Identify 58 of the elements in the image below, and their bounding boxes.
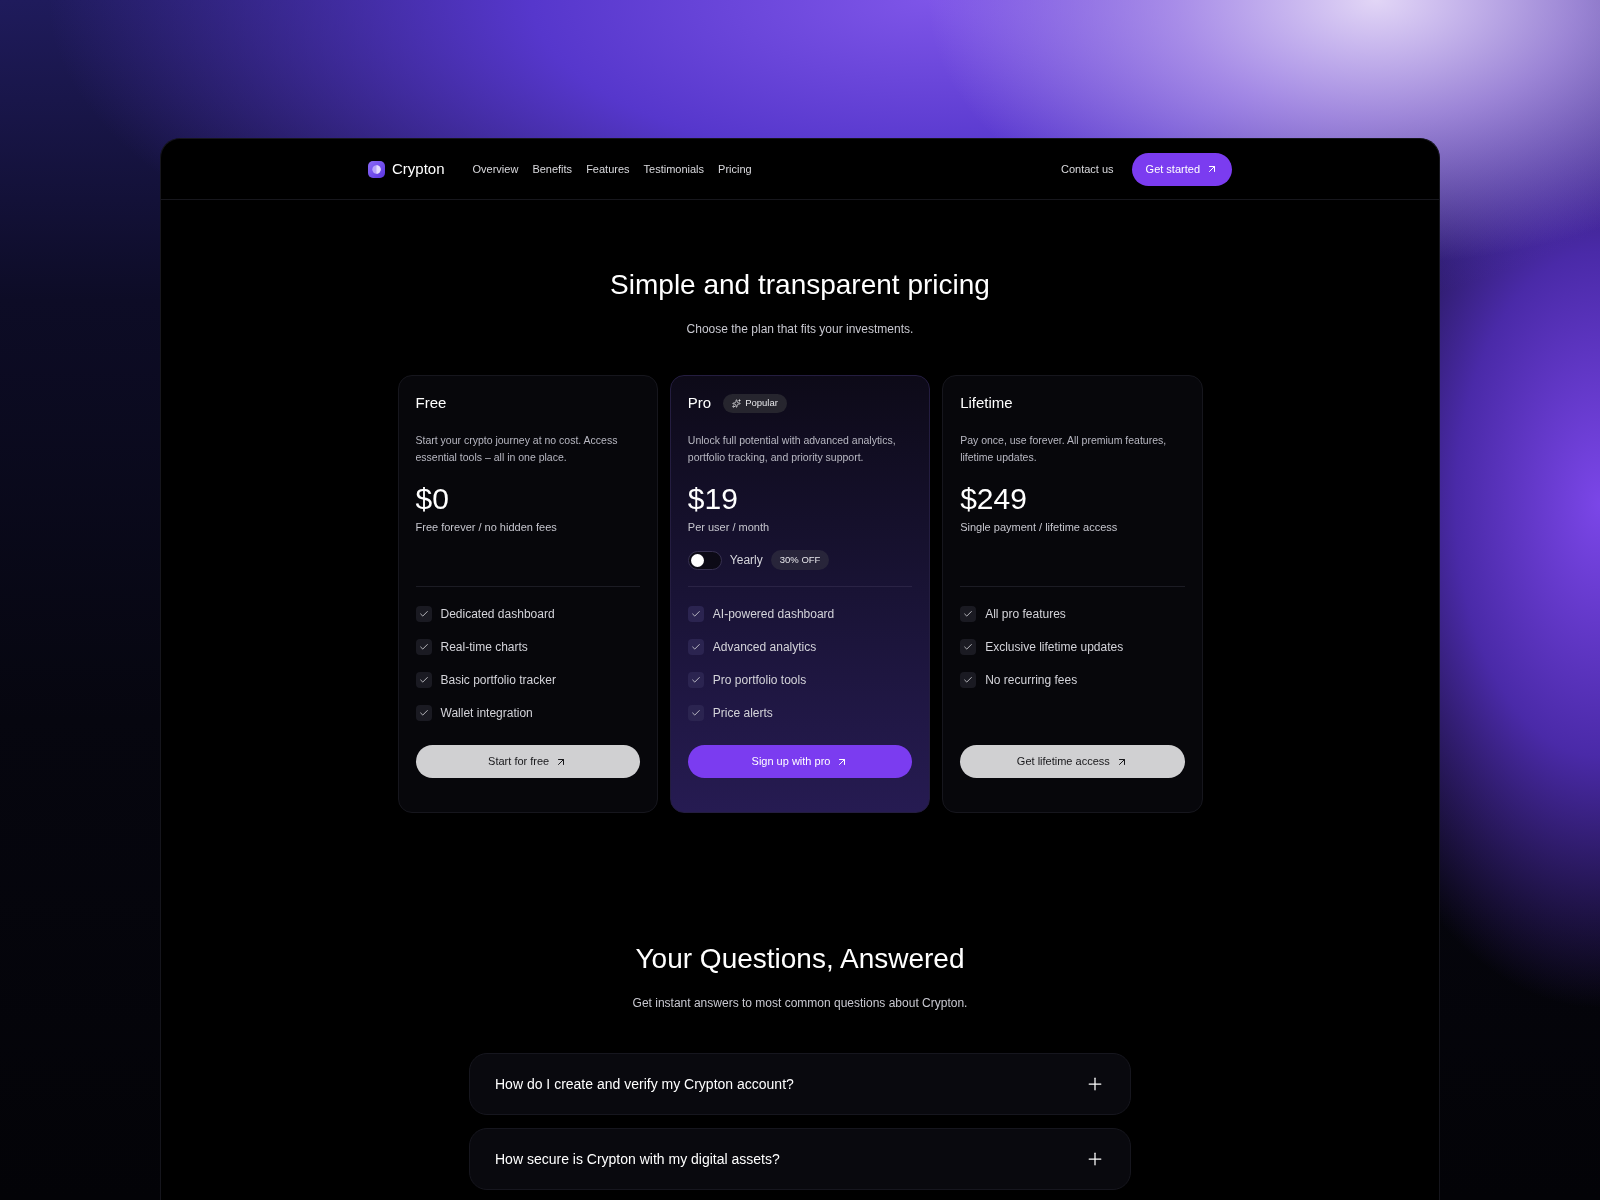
get-started-button[interactable]: Get started xyxy=(1131,152,1232,186)
feature-text: No recurring fees xyxy=(985,672,1078,688)
check-icon xyxy=(415,639,432,655)
feature-text: Dedicated dashboard xyxy=(440,606,555,622)
price-note: Single payment / lifetime access xyxy=(960,520,1119,534)
faq-item[interactable]: How do I create and verify my Crypton account? xyxy=(469,1053,1131,1115)
feature-text: Wallet integration xyxy=(440,705,533,721)
plan-description: Unlock full potential with advanced analytics, portfolio tracking, and priority support. xyxy=(687,433,897,465)
section-title: Simple and transparent pricing xyxy=(610,268,990,302)
feature-text: Real-time charts xyxy=(440,639,528,655)
plan-button[interactable]: Start for free xyxy=(415,745,640,778)
toggle-switch[interactable] xyxy=(687,550,722,570)
section-subtitle: Choose the plan that fits your investments. xyxy=(686,321,914,337)
check-icon xyxy=(415,672,432,688)
check-icon xyxy=(687,606,704,622)
check-icon xyxy=(687,639,704,655)
faq-item[interactable]: How secure is Crypton with my digital assets? xyxy=(469,1128,1131,1190)
price-note: Per user / month xyxy=(687,520,771,534)
discount-tag: 30% OFF xyxy=(770,550,830,570)
plan-price: $249 xyxy=(960,481,1028,517)
logo-icon xyxy=(368,160,385,178)
feature-text: All pro features xyxy=(985,606,1066,622)
nav-link[interactable]: Pricing xyxy=(718,160,752,178)
check-icon xyxy=(687,705,704,721)
nav-link[interactable]: Features xyxy=(586,160,630,178)
section-title: Your Questions, Answered xyxy=(635,942,965,976)
feature-text: AI-powered dashboard xyxy=(712,606,835,622)
feature-text: Advanced analytics xyxy=(712,639,817,655)
nav-link[interactable]: Testimonials xyxy=(643,160,705,178)
check-icon xyxy=(687,672,704,688)
brand-name: Crypton xyxy=(392,158,445,179)
plan-description: Pay once, use forever. All premium features, lifetime updates. xyxy=(960,433,1168,465)
feature-text: Pro portfolio tools xyxy=(712,672,807,688)
check-icon xyxy=(960,672,977,688)
plan-name: Free xyxy=(415,392,447,413)
feature-text: Exclusive lifetime updates xyxy=(985,639,1124,655)
section-subtitle: Get instant answers to most common questions about Crypton. xyxy=(632,995,968,1011)
plan-name: Lifetime xyxy=(960,392,1013,413)
check-icon xyxy=(415,606,432,622)
nav-link[interactable]: Overview xyxy=(472,160,519,178)
feature-text: Price alerts xyxy=(712,705,773,721)
check-icon xyxy=(960,606,977,622)
plan-name: Pro xyxy=(687,392,712,413)
plan-button[interactable]: Get lifetime access xyxy=(960,745,1185,778)
plan-price: $0 xyxy=(415,481,450,517)
plan-description: Start your crypto journey at no cost. Access essential tools – all in one place. xyxy=(415,433,619,465)
nav-link[interactable]: Benefits xyxy=(532,160,573,178)
toggle-label: Yearly xyxy=(729,552,763,569)
sparkle-icon xyxy=(732,398,742,408)
price-note: Free forever / no hidden fees xyxy=(415,520,558,534)
check-icon xyxy=(960,639,977,655)
arrow-up-right-icon xyxy=(1206,163,1218,175)
feature-text: Basic portfolio tracker xyxy=(440,672,556,688)
tag-label: Popular xyxy=(745,395,778,410)
contact-link[interactable]: Contact us xyxy=(1061,160,1114,178)
plan-button[interactable]: Sign up with pro xyxy=(687,745,913,778)
check-icon xyxy=(415,705,432,721)
plan-price: $19 xyxy=(687,481,739,517)
